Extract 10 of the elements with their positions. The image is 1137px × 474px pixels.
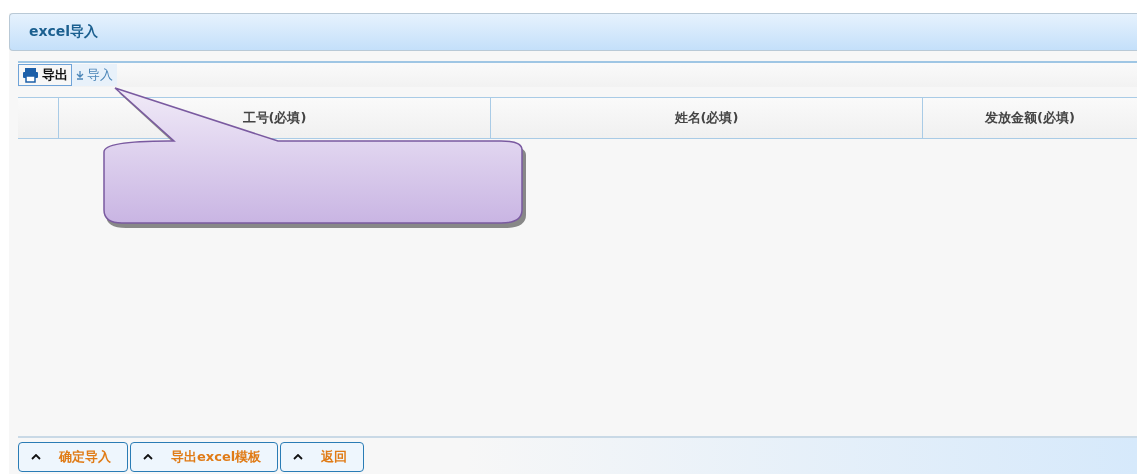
download-icon: [76, 70, 84, 80]
caret-icon: [143, 454, 153, 460]
printer-icon: [22, 67, 39, 83]
caret-icon: [293, 454, 304, 460]
import-button[interactable]: 导入: [72, 64, 117, 86]
column-header[interactable]: 姓名(必填): [490, 98, 922, 138]
column-header[interactable]: 发放金额(必填): [922, 98, 1137, 138]
caret-icon: [31, 454, 41, 460]
panel-title: excel导入: [29, 23, 99, 41]
export-button[interactable]: 导出: [18, 64, 72, 86]
